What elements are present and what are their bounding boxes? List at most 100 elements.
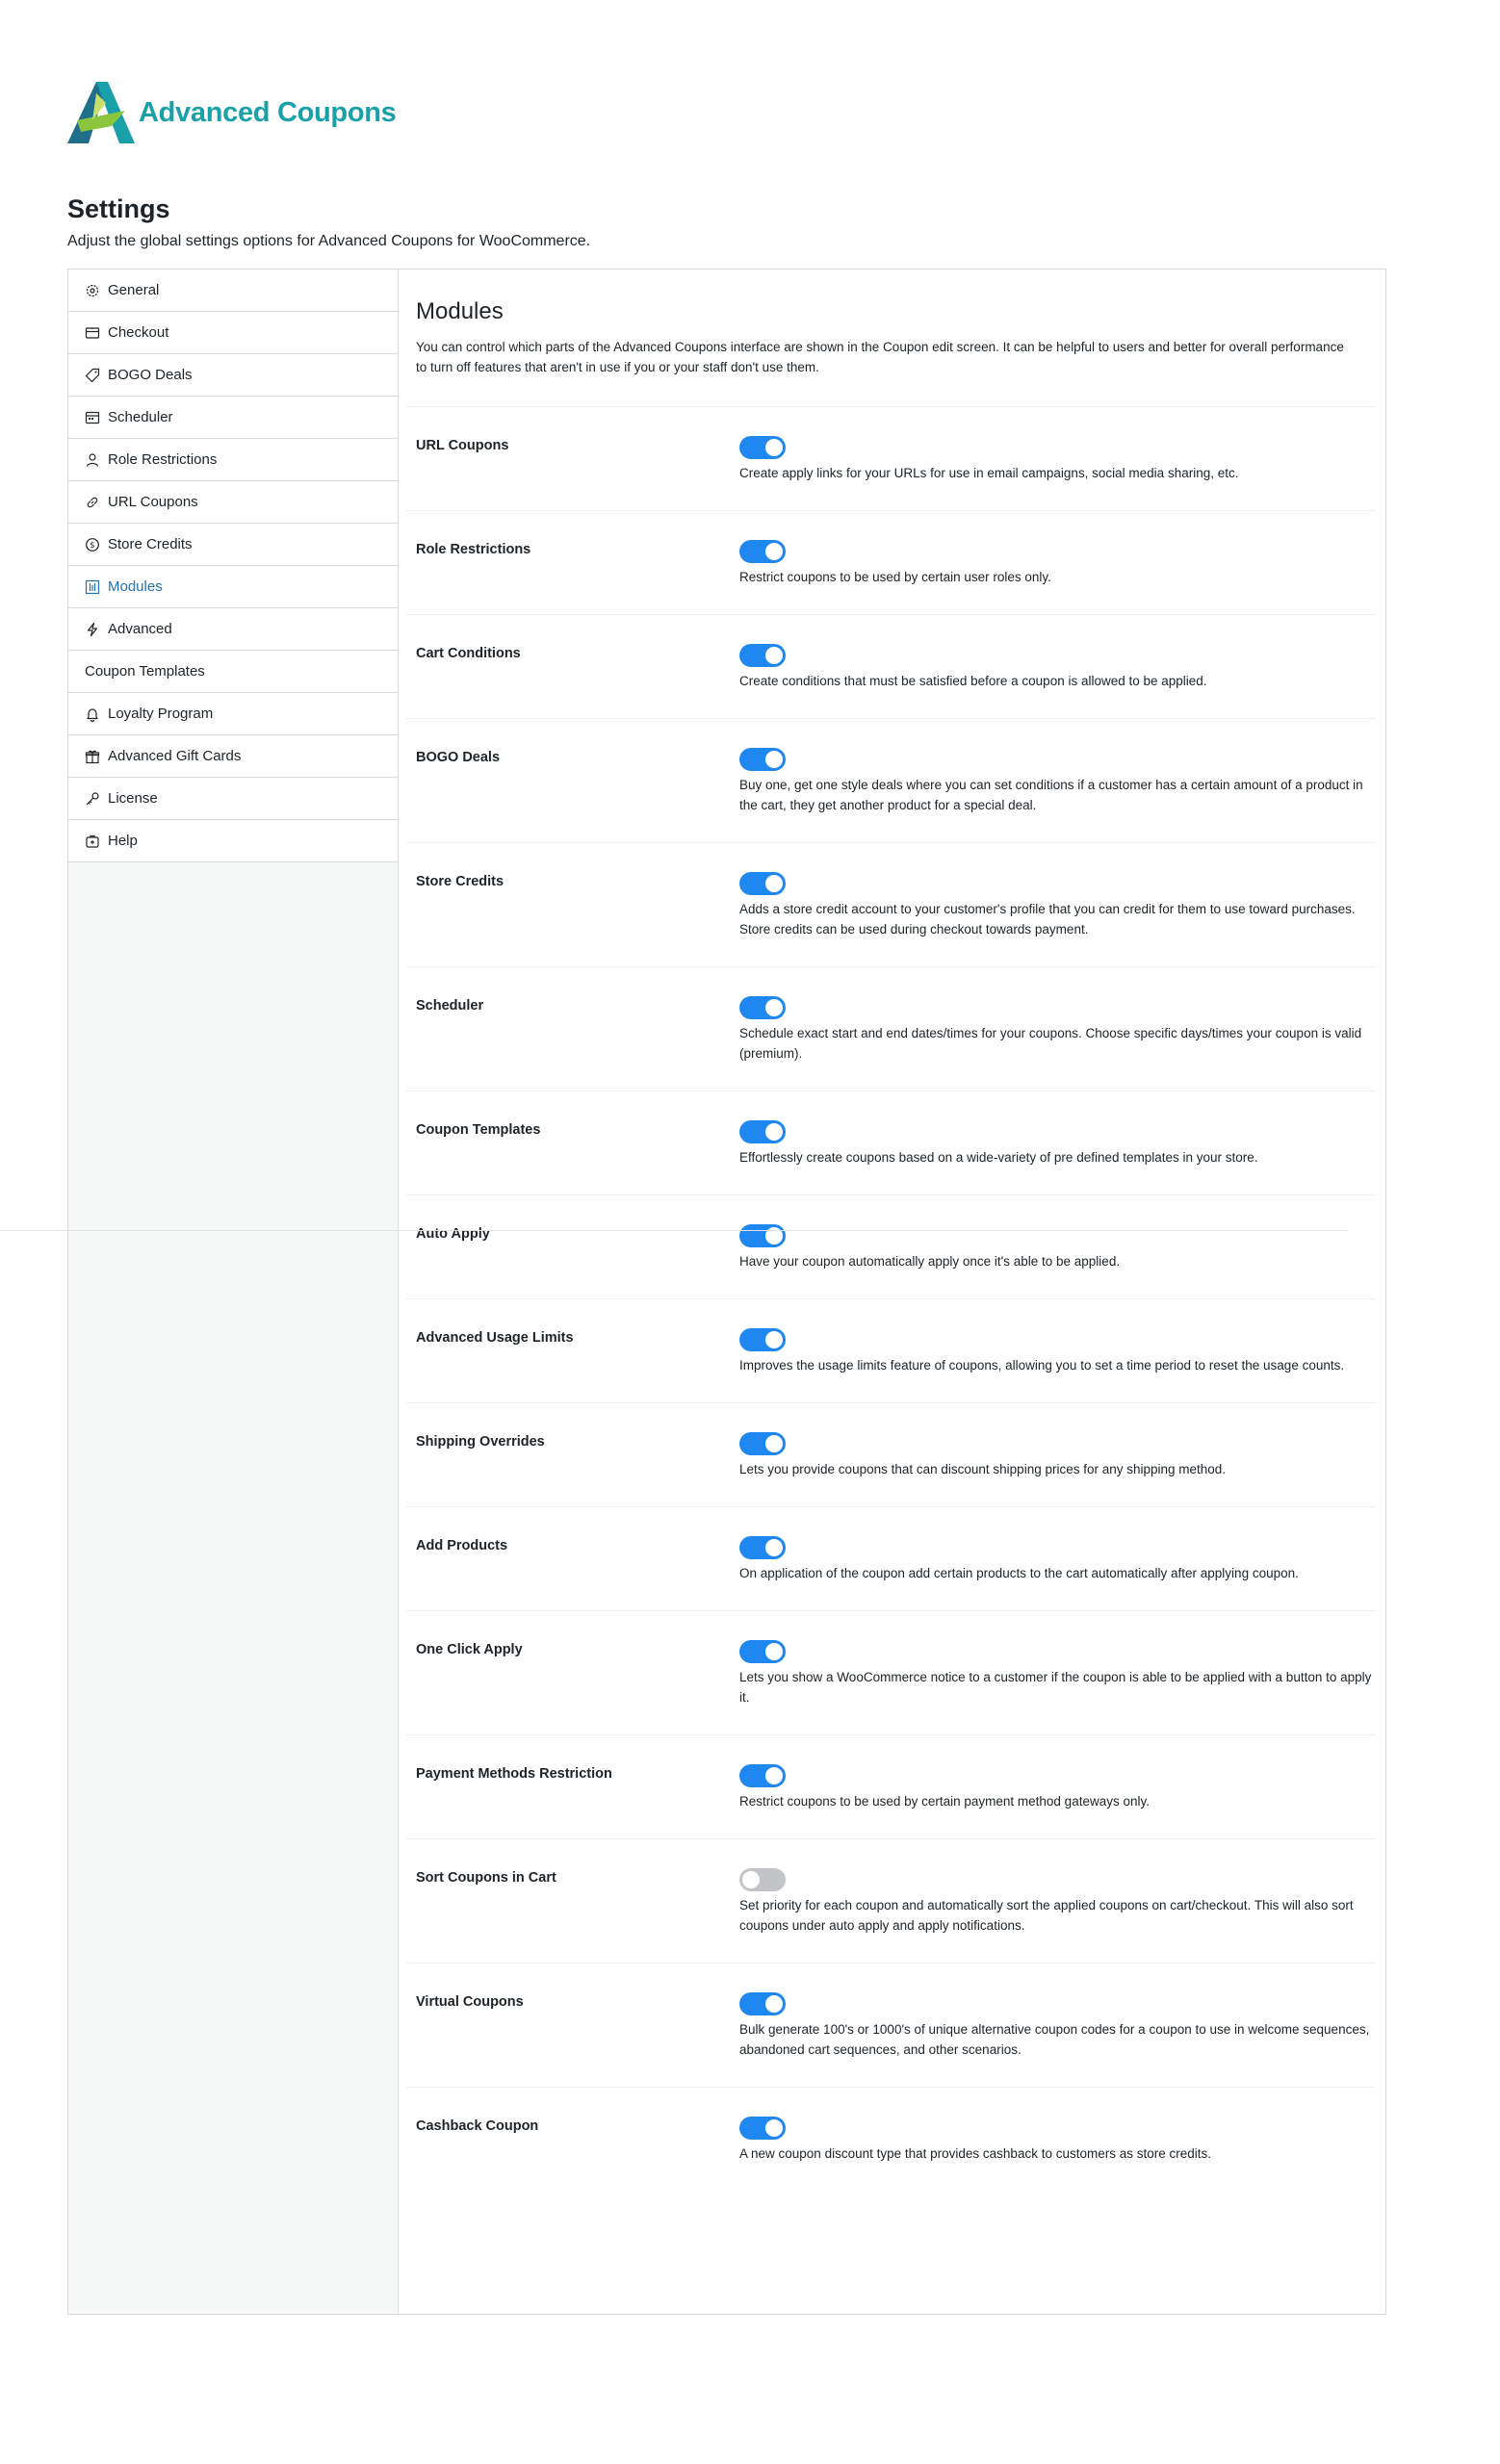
page-description: Adjust the global settings options for A… bbox=[67, 233, 591, 249]
module-description: Improves the usage limits feature of cou… bbox=[739, 1358, 1345, 1373]
module-row-bogo-deals: BOGO Deals Buy one, get one style deals … bbox=[406, 719, 1376, 843]
help-icon bbox=[85, 834, 100, 849]
module-toggle[interactable] bbox=[739, 2117, 786, 2140]
module-row-shipping-overrides: Shipping Overrides Lets you provide coup… bbox=[406, 1403, 1376, 1507]
module-name: Payment Methods Restriction bbox=[416, 1766, 612, 1782]
sidebar-item-scheduler[interactable]: Scheduler bbox=[68, 397, 398, 439]
sidebar-item-advanced[interactable]: Advanced bbox=[68, 608, 398, 651]
settings-panel: General Checkout BOGO Deals Scheduler Ro… bbox=[67, 269, 1386, 2315]
sidebar-item-label: General bbox=[108, 282, 160, 298]
sidebar-item-label: Coupon Templates bbox=[85, 663, 205, 680]
toggle-knob bbox=[765, 1643, 783, 1660]
key-icon bbox=[85, 791, 100, 807]
module-row-scheduler: Scheduler Schedule exact start and end d… bbox=[406, 967, 1376, 1091]
module-name: URL Coupons bbox=[416, 438, 509, 453]
module-name: Cashback Coupon bbox=[416, 2118, 539, 2134]
module-toggle[interactable] bbox=[739, 1536, 786, 1559]
tag-icon bbox=[85, 368, 100, 383]
sidebar-item-label: Advanced bbox=[108, 621, 172, 637]
module-row-url-coupons: URL Coupons Create apply links for your … bbox=[406, 407, 1376, 511]
module-toggle[interactable] bbox=[739, 1764, 786, 1787]
section-description: You can control which parts of the Advan… bbox=[416, 340, 1344, 374]
module-toggle[interactable] bbox=[739, 1120, 786, 1143]
toggle-knob bbox=[742, 1871, 760, 1888]
sidebar-item-help[interactable]: Help bbox=[68, 820, 398, 862]
settings-nav: General Checkout BOGO Deals Scheduler Ro… bbox=[68, 270, 398, 862]
module-row-cart-conditions: Cart Conditions Create conditions that m… bbox=[406, 615, 1376, 719]
module-toggle[interactable] bbox=[739, 1640, 786, 1663]
sidebar-item-checkout[interactable]: Checkout bbox=[68, 312, 398, 354]
sidebar-item-label: Advanced Gift Cards bbox=[108, 748, 242, 764]
module-description: Effortlessly create coupons based on a w… bbox=[739, 1150, 1258, 1165]
sidebar-item-label: Store Credits bbox=[108, 536, 193, 552]
lightning-icon bbox=[85, 622, 100, 637]
toggle-knob bbox=[765, 2119, 783, 2137]
sidebar-item-store-credits[interactable]: $ Store Credits bbox=[68, 524, 398, 566]
module-description: A new coupon discount type that provides… bbox=[739, 2146, 1212, 2161]
sidebar-item-label: Loyalty Program bbox=[108, 706, 214, 722]
dollar-circle-icon: $ bbox=[85, 537, 100, 552]
module-description: Lets you show a WooCommerce notice to a … bbox=[739, 1670, 1372, 1705]
gear-icon bbox=[85, 283, 100, 298]
sidebar-item-label: Modules bbox=[108, 578, 163, 595]
module-row-role-restrictions: Role Restrictions Restrict coupons to be… bbox=[406, 511, 1376, 615]
bell-icon bbox=[85, 706, 100, 722]
sidebar-item-label: Help bbox=[108, 833, 138, 849]
module-name: One Click Apply bbox=[416, 1642, 523, 1657]
page-title: Settings bbox=[67, 194, 170, 223]
svg-text:$: $ bbox=[90, 541, 94, 551]
module-row-virtual-coupons: Virtual Coupons Bulk generate 100's or 1… bbox=[406, 1964, 1376, 2088]
sidebar-item-advanced-gift-cards[interactable]: Advanced Gift Cards bbox=[68, 735, 398, 778]
module-description: Restrict coupons to be used by certain p… bbox=[739, 1794, 1150, 1809]
settings-sidebar: General Checkout BOGO Deals Scheduler Ro… bbox=[68, 270, 399, 2314]
toggle-knob bbox=[765, 439, 783, 456]
module-row-add-products: Add Products On application of the coupo… bbox=[406, 1507, 1376, 1611]
toggle-knob bbox=[765, 1331, 783, 1348]
sidebar-item-coupon-templates[interactable]: Coupon Templates bbox=[68, 651, 398, 693]
module-description: Have your coupon automatically apply onc… bbox=[739, 1254, 1121, 1269]
module-row-store-credits: Store Credits Adds a store credit accoun… bbox=[406, 843, 1376, 967]
module-name: Advanced Usage Limits bbox=[416, 1330, 574, 1346]
gift-icon bbox=[85, 749, 100, 764]
sidebar-item-general[interactable]: General bbox=[68, 270, 398, 312]
sidebar-item-bogo-deals[interactable]: BOGO Deals bbox=[68, 354, 398, 397]
module-description: Buy one, get one style deals where you c… bbox=[739, 778, 1363, 812]
module-toggle[interactable] bbox=[739, 436, 786, 459]
module-toggle[interactable] bbox=[739, 996, 786, 1019]
toggle-knob bbox=[765, 1995, 783, 2013]
module-toggle[interactable] bbox=[739, 1224, 786, 1247]
toggle-knob bbox=[765, 1435, 783, 1452]
module-toggle[interactable] bbox=[739, 644, 786, 667]
toggle-knob bbox=[765, 647, 783, 664]
sidebar-item-url-coupons[interactable]: URL Coupons bbox=[68, 481, 398, 524]
module-toggle[interactable] bbox=[739, 1992, 786, 2015]
module-description: Restrict coupons to be used by certain u… bbox=[739, 570, 1051, 584]
module-name: Store Credits bbox=[416, 874, 504, 889]
module-row-one-click-apply: One Click Apply Lets you show a WooComme… bbox=[406, 1611, 1376, 1735]
modules-icon bbox=[85, 579, 100, 595]
module-row-payment-methods-restriction: Payment Methods Restriction Restrict cou… bbox=[406, 1735, 1376, 1839]
module-name: Sort Coupons in Cart bbox=[416, 1870, 556, 1886]
sidebar-item-label: BOGO Deals bbox=[108, 367, 193, 383]
module-toggle[interactable] bbox=[739, 872, 786, 895]
sidebar-item-loyalty-program[interactable]: Loyalty Program bbox=[68, 693, 398, 735]
toggle-knob bbox=[765, 875, 783, 892]
module-name: Virtual Coupons bbox=[416, 1994, 524, 2010]
sidebar-item-role-restrictions[interactable]: Role Restrictions bbox=[68, 439, 398, 481]
sidebar-item-license[interactable]: License bbox=[68, 778, 398, 820]
module-toggle[interactable] bbox=[739, 748, 786, 771]
module-name: Cart Conditions bbox=[416, 646, 521, 661]
sidebar-item-modules[interactable]: Modules bbox=[68, 566, 398, 608]
module-description: Create apply links for your URLs for use… bbox=[739, 466, 1239, 480]
module-toggle[interactable] bbox=[739, 1432, 786, 1455]
module-description: Adds a store credit account to your cust… bbox=[739, 902, 1356, 937]
module-row-cashback-coupon: Cashback Coupon A new coupon discount ty… bbox=[406, 2088, 1376, 2191]
module-name: Shipping Overrides bbox=[416, 1434, 545, 1450]
module-toggle[interactable] bbox=[739, 540, 786, 563]
toggle-knob bbox=[765, 1539, 783, 1556]
toggle-knob bbox=[765, 1767, 783, 1784]
module-toggle[interactable] bbox=[739, 1868, 786, 1891]
module-name: Role Restrictions bbox=[416, 542, 531, 557]
module-description: Bulk generate 100's or 1000's of unique … bbox=[739, 2022, 1370, 2057]
module-toggle[interactable] bbox=[739, 1328, 786, 1351]
